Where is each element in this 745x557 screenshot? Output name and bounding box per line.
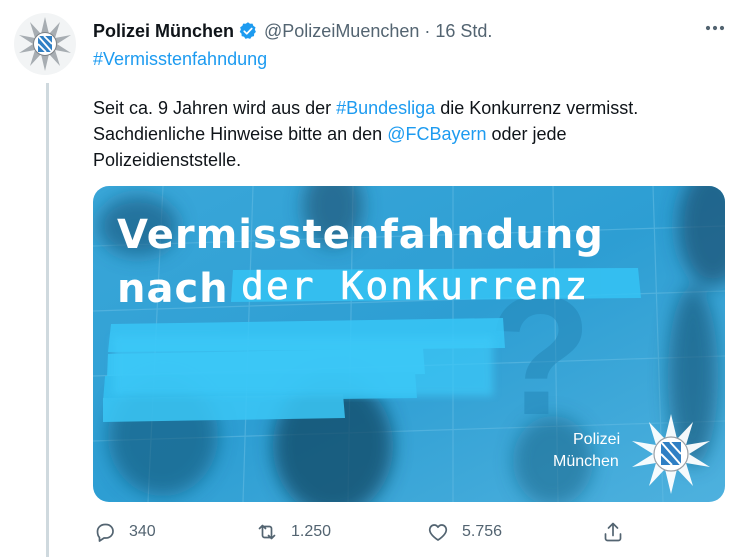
headline-line2-handwritten: der Konkurrenz [241, 264, 589, 308]
tweet-actions: 340 1.250 5.756 [93, 515, 633, 549]
verified-badge-icon [239, 22, 256, 39]
reply-count: 340 [129, 523, 156, 540]
police-star-icon [14, 13, 76, 75]
avatar[interactable] [13, 12, 77, 76]
like-button[interactable]: 5.756 [426, 515, 502, 549]
like-count: 5.756 [462, 523, 503, 540]
highlighter-glow [113, 336, 493, 396]
media-graphic: ? Vermisstenfahndung nach der Konkurrenz… [93, 186, 725, 502]
headline-line1: Vermisstenfahndung [117, 212, 604, 258]
more-icon [705, 25, 725, 31]
tweet-text-part1: Seit ca. 9 Jahren wird aus der [93, 98, 337, 118]
retweet-count: 1.250 [291, 523, 332, 540]
more-button[interactable] [700, 16, 730, 40]
thread-line [46, 83, 49, 557]
display-name[interactable]: Polizei München [93, 21, 234, 42]
like-icon [428, 524, 448, 541]
share-icon [604, 522, 622, 542]
retweet-icon [258, 524, 276, 540]
mention-fcbayern[interactable]: @FCBayern [387, 124, 486, 144]
reply-button[interactable]: 340 [93, 515, 156, 549]
tweet-header: Polizei München @PolizeiMuenchen · 16 St… [93, 18, 492, 44]
reply-icon [96, 523, 114, 542]
timestamp[interactable]: 16 Std. [435, 21, 492, 42]
headline-line2-printed: nach [117, 266, 229, 312]
separator: · [424, 20, 431, 41]
hashtag-vermisstenfahndung[interactable]: #Vermisstenfahndung [93, 49, 267, 70]
logo-text-polizei: Polizei [573, 431, 620, 448]
tweet-text: Seit ca. 9 Jahren wird aus der #Bundesli… [93, 95, 713, 173]
media-image[interactable]: ? Vermisstenfahndung nach der Konkurrenz… [93, 186, 725, 502]
handle[interactable]: @PolizeiMuenchen [264, 21, 419, 42]
retweet-button[interactable]: 1.250 [255, 515, 331, 549]
share-button[interactable] [601, 515, 625, 549]
hashtag-bundesliga[interactable]: #Bundesliga [336, 98, 435, 118]
logo-text-muenchen: München [553, 453, 619, 470]
